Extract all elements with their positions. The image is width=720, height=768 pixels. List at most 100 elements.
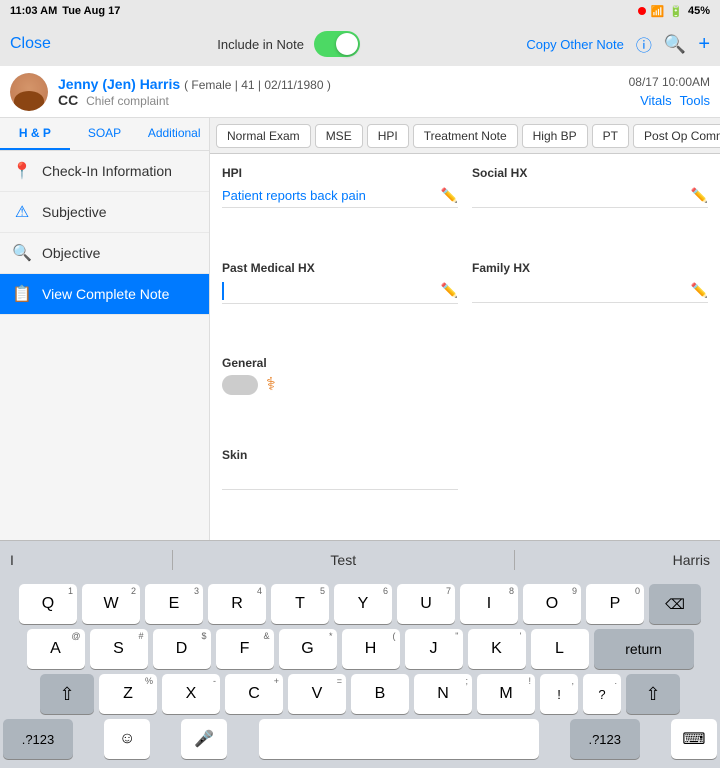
sidebar-item-checkin[interactable]: 📍 Check-In Information xyxy=(0,151,209,192)
key-e[interactable]: 3E xyxy=(145,584,203,624)
tab-pt[interactable]: PT xyxy=(592,124,629,148)
shift-key[interactable]: ⇧ xyxy=(40,674,94,714)
num-key-left[interactable]: .?123 xyxy=(3,719,73,759)
past-medical-hx-edit-icon[interactable]: ✏️ xyxy=(441,282,458,299)
key-h[interactable]: (H xyxy=(342,629,400,669)
close-button[interactable]: Close xyxy=(10,35,51,53)
copy-other-button[interactable]: Copy Other Note xyxy=(526,37,624,52)
keyboard-hide-key[interactable]: ⌨ xyxy=(671,719,717,759)
tab-normal-exam[interactable]: Normal Exam xyxy=(216,124,311,148)
vitals-button[interactable]: Vitals xyxy=(640,93,672,108)
hpi-field[interactable]: Patient reports back pain ✏️ xyxy=(222,184,458,208)
location-icon: 📍 xyxy=(12,161,32,181)
social-hx-field[interactable]: ✏️ xyxy=(472,184,708,208)
key-comma[interactable]: ,! xyxy=(540,674,578,714)
sidebar-item-subjective[interactable]: ⚠ Subjective xyxy=(0,192,209,233)
skin-field[interactable] xyxy=(222,466,458,490)
skin-label: Skin xyxy=(222,448,458,462)
key-j[interactable]: "J xyxy=(405,629,463,669)
keyboard: 1Q 2W 3E 4R 5T 6Y 7U 8I 9O 0P ⌫ @A #S $D… xyxy=(0,578,720,768)
key-p[interactable]: 0P xyxy=(586,584,644,624)
search-icon[interactable]: 🔍 xyxy=(664,34,686,55)
general-icon: ⚕ xyxy=(266,374,276,395)
patient-info: ( Female | 41 | 02/11/1980 ) xyxy=(184,78,331,92)
key-period[interactable]: .? xyxy=(583,674,621,714)
key-s[interactable]: #S xyxy=(90,629,148,669)
autocomplete-sep-2 xyxy=(514,550,515,570)
sidebar-item-complete-note[interactable]: 📋 View Complete Note xyxy=(0,274,209,315)
key-a[interactable]: @A xyxy=(27,629,85,669)
key-f[interactable]: &F xyxy=(216,629,274,669)
info-icon[interactable]: ⓘ xyxy=(636,32,652,56)
autocomplete-right[interactable]: Harris xyxy=(673,552,710,568)
family-hx-edit-icon[interactable]: ✏️ xyxy=(691,282,708,299)
keyboard-row-1: 1Q 2W 3E 4R 5T 6Y 7U 8I 9O 0P ⌫ xyxy=(3,584,717,624)
key-g[interactable]: *G xyxy=(279,629,337,669)
sidebar-item-objective[interactable]: 🔍 Objective xyxy=(0,233,209,274)
keyboard-row-bottom: .?123 ☺ 🎤 .?123 ⌨ xyxy=(3,719,717,759)
general-toggle[interactable] xyxy=(222,375,258,395)
tab-soap[interactable]: SOAP xyxy=(70,118,140,150)
tab-treatment-note[interactable]: Treatment Note xyxy=(413,124,518,148)
key-i[interactable]: 8I xyxy=(460,584,518,624)
note-icon: 📋 xyxy=(12,284,32,304)
skin-section: Skin xyxy=(218,444,462,533)
key-z[interactable]: %Z xyxy=(99,674,157,714)
include-note-toggle[interactable] xyxy=(314,31,360,57)
mic-key[interactable]: 🎤 xyxy=(181,719,227,759)
general-label: General xyxy=(222,356,458,370)
form-content: HPI Patient reports back pain ✏️ Social … xyxy=(210,154,720,540)
space-key[interactable] xyxy=(259,719,539,759)
tab-additional[interactable]: Additional xyxy=(139,118,209,150)
tab-high-bp[interactable]: High BP xyxy=(522,124,588,148)
key-b[interactable]: B xyxy=(351,674,409,714)
sidebar-item-completenote-label: View Complete Note xyxy=(42,286,169,302)
past-medical-hx-field[interactable]: ✏️ xyxy=(222,279,458,304)
emoji-key[interactable]: ☺ xyxy=(104,719,150,759)
sidebar-item-objective-label: Objective xyxy=(42,245,100,261)
key-x[interactable]: -X xyxy=(162,674,220,714)
return-key[interactable]: return xyxy=(594,629,694,669)
hpi-label: HPI xyxy=(222,166,458,180)
key-q[interactable]: 1Q xyxy=(19,584,77,624)
key-t[interactable]: 5T xyxy=(271,584,329,624)
sidebar-item-subjective-label: Subjective xyxy=(42,204,107,220)
autocomplete-center[interactable]: Test xyxy=(330,552,356,568)
shift-key-right[interactable]: ⇧ xyxy=(626,674,680,714)
objective-icon: 🔍 xyxy=(12,243,32,263)
tools-button[interactable]: Tools xyxy=(680,93,710,108)
avatar xyxy=(10,73,48,111)
social-hx-edit-icon[interactable]: ✏️ xyxy=(691,187,708,204)
key-d[interactable]: $D xyxy=(153,629,211,669)
key-u[interactable]: 7U xyxy=(397,584,455,624)
tab-hap[interactable]: H & P xyxy=(0,118,70,150)
key-w[interactable]: 2W xyxy=(82,584,140,624)
hpi-edit-icon[interactable]: ✏️ xyxy=(441,187,458,204)
key-c[interactable]: +C xyxy=(225,674,283,714)
cc-label: CC xyxy=(58,92,78,108)
key-o[interactable]: 9O xyxy=(523,584,581,624)
key-k[interactable]: 'K xyxy=(468,629,526,669)
include-note-label: Include in Note xyxy=(217,37,304,52)
patient-name[interactable]: Jenny (Jen) Harris xyxy=(58,76,180,92)
key-m[interactable]: !M xyxy=(477,674,535,714)
past-medical-hx-label: Past Medical HX xyxy=(222,261,458,275)
hpi-section: HPI Patient reports back pain ✏️ xyxy=(218,162,462,251)
tab-mse[interactable]: MSE xyxy=(315,124,363,148)
delete-key[interactable]: ⌫ xyxy=(649,584,701,624)
top-nav: Close Include in Note Copy Other Note ⓘ … xyxy=(0,22,720,66)
sidebar-item-checkin-label: Check-In Information xyxy=(42,163,172,179)
keyboard-row-2: @A #S $D &F *G (H "J 'K L return xyxy=(3,629,717,669)
key-r[interactable]: 4R xyxy=(208,584,266,624)
key-n[interactable]: ;N xyxy=(414,674,472,714)
key-v[interactable]: =V xyxy=(288,674,346,714)
autocomplete-left[interactable]: I xyxy=(10,552,14,568)
key-l[interactable]: L xyxy=(531,629,589,669)
add-icon[interactable]: + xyxy=(698,33,710,56)
tab-post-op[interactable]: Post Op Comments xyxy=(633,124,720,148)
tab-hpi[interactable]: HPI xyxy=(367,124,409,148)
key-y[interactable]: 6Y xyxy=(334,584,392,624)
battery-level: 45% xyxy=(688,5,710,17)
family-hx-field[interactable]: ✏️ xyxy=(472,279,708,303)
num-key-right[interactable]: .?123 xyxy=(570,719,640,759)
